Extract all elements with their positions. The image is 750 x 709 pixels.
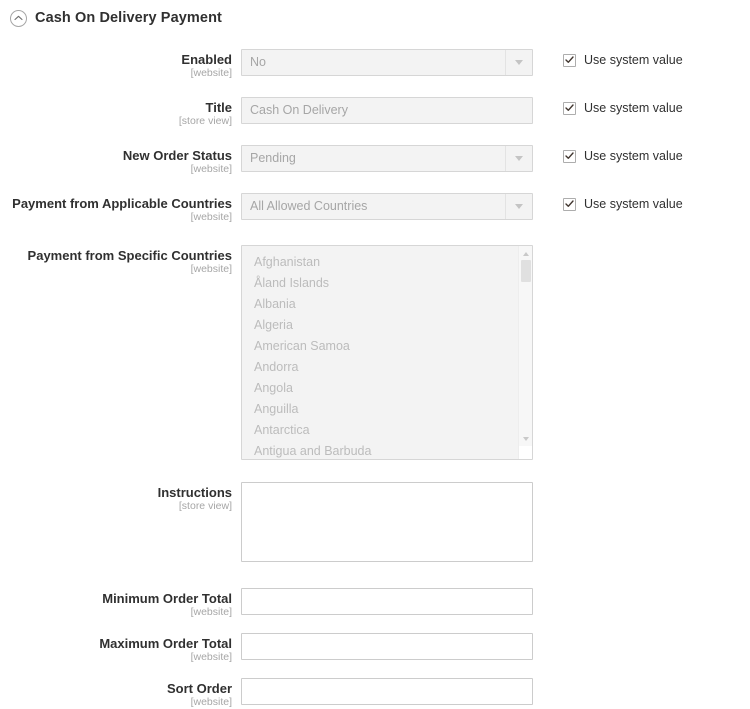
maximum-order-total-input[interactable] <box>241 633 533 660</box>
instructions-textarea[interactable] <box>241 482 533 562</box>
label-text: Title <box>205 100 233 115</box>
section-header[interactable]: Cash On Delivery Payment <box>0 0 750 31</box>
field-row-title: Title [store view] Cash On Delivery Use … <box>0 97 750 128</box>
field-control-maximum-order-total <box>241 633 533 660</box>
scrollbar-corner <box>519 446 532 459</box>
field-label-title: Title [store view] <box>0 97 241 128</box>
new-order-status-select[interactable]: Pending <box>241 145 533 172</box>
use-system-value-new-order-status[interactable]: Use system value <box>533 145 683 163</box>
label-text: Minimum Order Total <box>102 591 232 606</box>
field-label-applicable-countries: Payment from Applicable Countries [websi… <box>0 193 241 224</box>
field-control-title: Cash On Delivery <box>241 97 533 124</box>
label-scope: [website] <box>190 651 232 663</box>
use-system-value-label: Use system value <box>584 101 683 115</box>
minimum-order-total-input[interactable] <box>241 588 533 615</box>
list-item[interactable]: American Samoa <box>242 336 532 357</box>
field-label-specific-countries: Payment from Specific Countries [website… <box>0 245 241 276</box>
list-item[interactable]: Andorra <box>242 357 532 378</box>
use-system-value-label: Use system value <box>584 149 683 163</box>
field-label-minimum-order-total: Minimum Order Total [website] <box>0 588 241 619</box>
field-row-specific-countries: Payment from Specific Countries [website… <box>0 245 750 460</box>
use-system-value-enabled[interactable]: Use system value <box>533 49 683 67</box>
list-item[interactable]: Antigua and Barbuda <box>242 441 532 459</box>
chevron-down-icon[interactable] <box>505 50 532 75</box>
field-row-enabled: Enabled [website] No Use system value <box>0 49 750 80</box>
applicable-countries-select-value: All Allowed Countries <box>250 199 368 213</box>
field-row-instructions: Instructions [store view] <box>0 482 750 562</box>
label-scope: [store view] <box>178 115 232 127</box>
chevron-down-icon[interactable] <box>505 194 532 219</box>
label-text: Enabled <box>181 52 232 67</box>
field-label-enabled: Enabled [website] <box>0 49 241 80</box>
scroll-up-icon[interactable] <box>519 247 532 260</box>
title-input[interactable]: Cash On Delivery <box>241 97 533 124</box>
list-item[interactable]: Afghanistan <box>242 252 532 273</box>
field-label-new-order-status: New Order Status [website] <box>0 145 241 176</box>
scrollbar-thumb[interactable] <box>521 260 531 282</box>
list-item[interactable]: Åland Islands <box>242 273 532 294</box>
label-text: Payment from Specific Countries <box>27 248 232 263</box>
label-scope: [website] <box>190 696 232 708</box>
use-system-value-checkbox[interactable] <box>563 197 576 211</box>
field-control-new-order-status: Pending <box>241 145 533 172</box>
config-form: Enabled [website] No Use system value Ti… <box>0 31 750 709</box>
scroll-down-icon[interactable] <box>519 432 532 445</box>
field-label-sort-order: Sort Order [website] <box>0 678 241 709</box>
use-system-value-checkbox[interactable] <box>563 101 576 115</box>
use-system-value-title[interactable]: Use system value <box>533 97 683 115</box>
new-order-status-select-value: Pending <box>250 151 296 165</box>
chevron-up-circle-icon[interactable] <box>10 9 27 27</box>
applicable-countries-select[interactable]: All Allowed Countries <box>241 193 533 220</box>
field-control-specific-countries: Afghanistan Åland Islands Albania Algeri… <box>241 245 533 460</box>
field-row-applicable-countries: Payment from Applicable Countries [websi… <box>0 193 750 224</box>
specific-countries-multiselect[interactable]: Afghanistan Åland Islands Albania Algeri… <box>241 245 533 460</box>
field-row-maximum-order-total: Maximum Order Total [website] <box>0 633 750 664</box>
field-control-minimum-order-total <box>241 588 533 615</box>
label-scope: [website] <box>190 211 232 223</box>
label-text: Instructions <box>157 485 232 500</box>
country-option-list: Afghanistan Åland Islands Albania Algeri… <box>242 252 532 459</box>
label-scope: [website] <box>190 163 232 175</box>
use-system-value-applicable-countries[interactable]: Use system value <box>533 193 683 211</box>
field-control-sort-order <box>241 678 533 705</box>
field-control-instructions <box>241 482 533 562</box>
label-text: Payment from Applicable Countries <box>12 196 232 211</box>
label-scope: [website] <box>190 606 232 618</box>
use-system-value-label: Use system value <box>584 53 683 67</box>
label-scope: [website] <box>190 67 232 79</box>
label-text: Sort Order <box>166 681 232 696</box>
label-text: Maximum Order Total <box>99 636 232 651</box>
list-item[interactable]: Angola <box>242 378 532 399</box>
enabled-select-value: No <box>250 55 266 69</box>
field-label-instructions: Instructions [store view] <box>0 482 241 513</box>
multiselect-scrollbar[interactable] <box>518 246 532 459</box>
list-item[interactable]: Antarctica <box>242 420 532 441</box>
use-system-value-label: Use system value <box>584 197 683 211</box>
label-scope: [website] <box>190 263 232 275</box>
use-system-value-checkbox[interactable] <box>563 53 576 67</box>
list-item[interactable]: Albania <box>242 294 532 315</box>
field-control-applicable-countries: All Allowed Countries <box>241 193 533 220</box>
field-control-enabled: No <box>241 49 533 76</box>
field-row-sort-order: Sort Order [website] <box>0 678 750 709</box>
use-system-value-checkbox[interactable] <box>563 149 576 163</box>
chevron-down-icon[interactable] <box>505 146 532 171</box>
label-text: New Order Status <box>122 148 232 163</box>
list-item[interactable]: Anguilla <box>242 399 532 420</box>
sort-order-input[interactable] <box>241 678 533 705</box>
field-label-maximum-order-total: Maximum Order Total [website] <box>0 633 241 664</box>
label-scope: [store view] <box>178 500 232 512</box>
field-row-new-order-status: New Order Status [website] Pending Use s… <box>0 145 750 176</box>
list-item[interactable]: Algeria <box>242 315 532 336</box>
field-row-minimum-order-total: Minimum Order Total [website] <box>0 588 750 619</box>
page-title: Cash On Delivery Payment <box>35 10 222 26</box>
enabled-select[interactable]: No <box>241 49 533 76</box>
